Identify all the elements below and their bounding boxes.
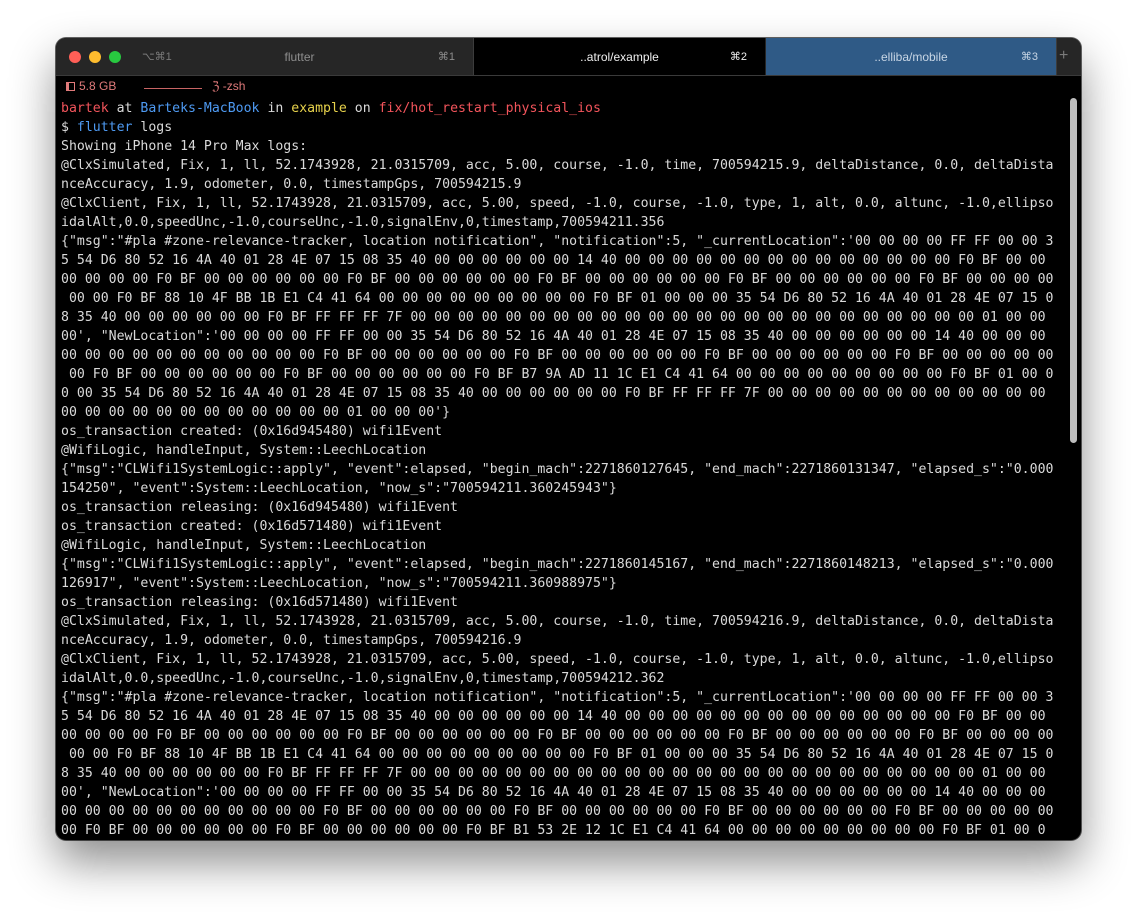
- log-line: os_transaction created: (0x16d571480) wi…: [61, 519, 443, 534]
- log-line: os_transaction releasing: (0x16d571480) …: [61, 595, 458, 610]
- terminal-window: ⌥⌘1 flutter ⌘1 ..atrol/example ⌘2 ..elli…: [56, 38, 1081, 840]
- log-line: 0 00 35 54 D6 80 52 16 4A 40 01 28 4E 07…: [61, 386, 1046, 401]
- close-window-button[interactable]: [69, 51, 81, 63]
- log-line: @ClxSimulated, Fix, 1, ll, 52.1743928, 2…: [61, 158, 1054, 173]
- log-line: @WifiLogic, handleInput, System::LeechLo…: [61, 538, 427, 553]
- log-line: 00', "NewLocation":'00 00 00 00 FF FF 00…: [61, 785, 1046, 800]
- tab-bar: ⌥⌘1 flutter ⌘1 ..atrol/example ⌘2 ..elli…: [56, 38, 1081, 76]
- window-controls: [69, 51, 121, 63]
- status-bar: 5.8 GB ℨ -zsh: [56, 76, 1081, 96]
- log-line: nceAccuracy, 1.9, odometer, 0.0, timesta…: [61, 633, 522, 648]
- zoom-window-button[interactable]: [109, 51, 121, 63]
- tab-shortcut: ⌘2: [729, 51, 747, 63]
- log-line: 00 F0 BF 00 00 00 00 00 00 F0 BF 00 00 0…: [61, 823, 1046, 838]
- new-tab-plus-icon[interactable]: +: [1059, 47, 1068, 65]
- log-line: os_transaction releasing: (0x16d945480) …: [61, 500, 458, 515]
- tab-title: ..elliba/mobile: [874, 50, 948, 64]
- log-line: 00 00 F0 BF 88 10 4F BB 1B E1 C4 41 64 0…: [61, 747, 1054, 762]
- log-line: 00 00 00 00 F0 BF 00 00 00 00 00 00 F0 B…: [61, 728, 1054, 743]
- tab-example[interactable]: ..atrol/example ⌘2: [474, 38, 765, 75]
- log-line: nceAccuracy, 1.9, odometer, 0.0, timesta…: [61, 177, 522, 192]
- log-line: @ClxClient, Fix, 1, ll, 52.1743928, 21.0…: [61, 652, 1054, 667]
- scrollbar[interactable]: [1069, 98, 1078, 840]
- log-line: {"msg":"CLWifi1SystemLogic::apply", "eve…: [61, 462, 1054, 477]
- log-line: 126917", "event":System::LeechLocation, …: [61, 576, 617, 591]
- log-line: 00 00 00 00 00 00 00 00 00 00 00 F0 BF 0…: [61, 804, 1054, 819]
- terminal-output[interactable]: bartek at Barteks-MacBook in example on …: [61, 99, 1067, 840]
- log-line: 8 35 40 00 00 00 00 00 00 F0 BF FF FF FF…: [61, 310, 1046, 325]
- command-name: flutter: [76, 120, 133, 135]
- log-line: 5 54 D6 80 52 16 4A 40 01 28 4E 07 15 08…: [61, 709, 1046, 724]
- log-line: {"msg":"#pla #zone-relevance-tracker, lo…: [61, 690, 1054, 705]
- tab-mobile[interactable]: ..elliba/mobile ⌘3: [766, 38, 1056, 75]
- prompt-in: in: [259, 101, 292, 116]
- memory-value: 5.8 GB: [79, 79, 117, 93]
- memory-status: 5.8 GB: [66, 79, 116, 93]
- memory-sparkline: [144, 88, 202, 89]
- prompt-host: Barteks-MacBook: [140, 101, 260, 116]
- minimize-window-button[interactable]: [89, 51, 101, 63]
- tab-flutter[interactable]: ⌥⌘1 flutter ⌘1: [126, 38, 473, 75]
- prompt-branch: fix/hot_restart_physical_ios: [378, 101, 601, 116]
- prompt-at: at: [108, 101, 141, 116]
- log-line: 00 00 F0 BF 88 10 4F BB 1B E1 C4 41 64 0…: [61, 291, 1054, 306]
- log-line: 8 35 40 00 00 00 00 00 00 F0 BF FF FF FF…: [61, 766, 1046, 781]
- prompt-symbol: $: [61, 120, 77, 135]
- log-line: os_transaction created: (0x16d945480) wi…: [61, 424, 443, 439]
- log-line: 5 54 D6 80 52 16 4A 40 01 28 4E 07 15 08…: [61, 253, 1046, 268]
- prompt-line: bartek at Barteks-MacBook in example on …: [61, 99, 1067, 118]
- tab-shortcut: ⌘1: [437, 51, 455, 63]
- log-line: 00 F0 BF 00 00 00 00 00 00 F0 BF 00 00 0…: [61, 367, 1054, 382]
- prompt-user: bartek: [61, 101, 109, 116]
- log-line: 00 00 00 00 F0 BF 00 00 00 00 00 00 F0 B…: [61, 272, 1054, 287]
- tab-title: ..atrol/example: [580, 50, 659, 64]
- command-line: $ flutter logs: [61, 118, 1067, 137]
- prompt-dir: example: [291, 101, 347, 116]
- log-line: 00', "NewLocation":'00 00 00 00 FF FF 00…: [61, 329, 1046, 344]
- log-line: 00 00 00 00 00 00 00 00 00 00 00 00 01 0…: [61, 405, 451, 420]
- tab-shortcut: ⌘3: [1020, 51, 1038, 63]
- memory-chip-icon: [66, 82, 75, 91]
- log-line: @ClxSimulated, Fix, 1, ll, 52.1743928, 2…: [61, 614, 1054, 629]
- log-line: Showing iPhone 14 Pro Max logs:: [61, 139, 308, 154]
- log-line: 00 00 00 00 00 00 00 00 00 00 00 F0 BF 0…: [61, 348, 1054, 363]
- log-line: idalAlt,0.0,speedUnc,-1.0,courseUnc,-1.0…: [61, 215, 665, 230]
- log-line: 154250", "event":System::LeechLocation, …: [61, 481, 617, 496]
- shell-status: ℨ -zsh: [212, 79, 246, 93]
- log-line: @WifiLogic, handleInput, System::LeechLo…: [61, 443, 427, 458]
- log-line: {"msg":"#pla #zone-relevance-tracker, lo…: [61, 234, 1054, 249]
- prompt-on: on: [346, 101, 379, 116]
- tab-divider: [1056, 38, 1057, 75]
- log-line: idalAlt,0.0,speedUnc,-1.0,courseUnc,-1.0…: [61, 671, 665, 686]
- scrollbar-thumb[interactable]: [1070, 98, 1077, 443]
- tab-title: flutter: [284, 50, 315, 64]
- command-args: logs: [132, 120, 173, 135]
- log-line: {"msg":"CLWifi1SystemLogic::apply", "eve…: [61, 557, 1054, 572]
- log-line: @ClxClient, Fix, 1, ll, 52.1743928, 21.0…: [61, 196, 1054, 211]
